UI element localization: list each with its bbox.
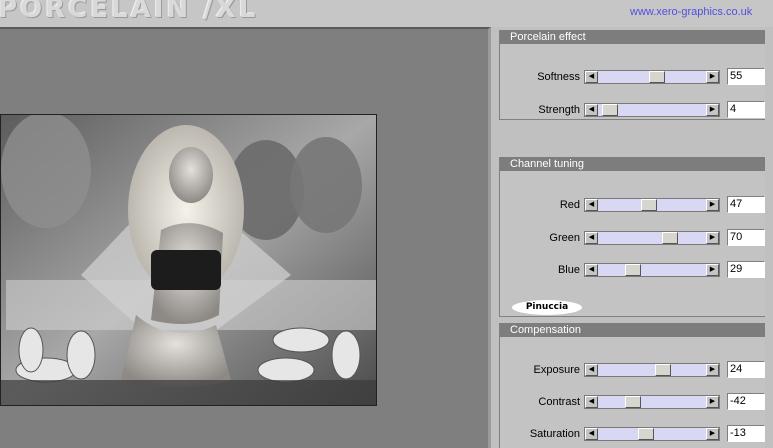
arrow-right-icon[interactable]: ▶ — [706, 71, 719, 83]
blue-value-field[interactable]: 29 — [727, 261, 765, 278]
preview-artwork — [1, 115, 376, 405]
compensation-group: Compensation Exposure ◀ ▶ 24 Contrast ◀ … — [499, 323, 765, 448]
blue-row: Blue ◀ ▶ 29 — [500, 261, 766, 279]
arrow-left-icon[interactable]: ◀ — [585, 71, 598, 83]
arrow-left-icon[interactable]: ◀ — [585, 199, 598, 211]
porcelain-effect-group: Porcelain effect Softness ◀ ▶ 55 Strengt… — [499, 30, 765, 120]
arrow-right-icon[interactable]: ▶ — [706, 364, 719, 376]
group-title: Porcelain effect — [500, 30, 765, 44]
slider-thumb[interactable] — [624, 396, 641, 408]
slider-label: Softness — [537, 71, 580, 83]
slider-label: Strength — [538, 104, 580, 116]
slider-thumb[interactable] — [638, 428, 655, 440]
softness-row: Softness ◀ ▶ 55 — [500, 68, 766, 86]
slider-label: Saturation — [529, 428, 580, 440]
group-title: Channel tuning — [500, 157, 765, 171]
exposure-value-field[interactable]: 24 — [727, 361, 765, 378]
arrow-right-icon[interactable]: ▶ — [706, 232, 719, 244]
slider-thumb[interactable] — [624, 264, 641, 276]
strength-value-field[interactable]: 4 — [727, 101, 765, 118]
slider-label: Contrast — [538, 396, 580, 408]
slider-thumb[interactable] — [655, 364, 672, 376]
slider-label: Exposure — [533, 364, 580, 376]
softness-value-field[interactable]: 55 — [727, 68, 765, 85]
strength-row: Strength ◀ ▶ 4 — [500, 101, 766, 119]
red-row: Red ◀ ▶ 47 — [500, 196, 766, 214]
slider-thumb[interactable] — [601, 104, 618, 116]
slider-thumb[interactable] — [662, 232, 679, 244]
slider-thumb[interactable] — [641, 199, 658, 211]
arrow-left-icon[interactable]: ◀ — [585, 428, 598, 440]
preview-image — [0, 114, 377, 406]
website-link[interactable]: www.xero-graphics.co.uk — [630, 6, 752, 18]
arrow-left-icon[interactable]: ◀ — [585, 104, 598, 116]
saturation-row: Saturation ◀ ▶ -13 — [500, 425, 766, 443]
contrast-row: Contrast ◀ ▶ -42 — [500, 393, 766, 411]
contrast-value-field[interactable]: -42 — [727, 393, 765, 410]
arrow-left-icon[interactable]: ◀ — [585, 364, 598, 376]
green-slider[interactable]: ◀ ▶ — [584, 231, 720, 245]
blue-slider[interactable]: ◀ ▶ — [584, 263, 720, 277]
arrow-right-icon[interactable]: ▶ — [706, 428, 719, 440]
saturation-value-field[interactable]: -13 — [727, 425, 765, 442]
arrow-right-icon[interactable]: ▶ — [706, 104, 719, 116]
green-value-field[interactable]: 70 — [727, 229, 765, 246]
slider-thumb[interactable] — [648, 71, 665, 83]
red-slider[interactable]: ◀ ▶ — [584, 198, 720, 212]
header-bar: PORCELAIN /XL www.xero-graphics.co.uk — [0, 0, 773, 27]
slider-label: Red — [559, 199, 580, 211]
strength-slider[interactable]: ◀ ▶ — [584, 103, 720, 117]
group-title: Compensation — [500, 323, 765, 337]
exposure-row: Exposure ◀ ▶ 24 — [500, 361, 766, 379]
arrow-right-icon[interactable]: ▶ — [706, 396, 719, 408]
saturation-slider[interactable]: ◀ ▶ — [584, 427, 720, 441]
softness-slider[interactable]: ◀ ▶ — [584, 70, 720, 84]
arrow-left-icon[interactable]: ◀ — [585, 264, 598, 276]
slider-label: Blue — [557, 264, 580, 276]
settings-panel: Porcelain effect Softness ◀ ▶ 55 Strengt… — [491, 27, 773, 448]
arrow-left-icon[interactable]: ◀ — [585, 396, 598, 408]
watermark-signature: Pinuccia — [512, 300, 582, 315]
app-logo: PORCELAIN /XL — [0, 0, 259, 24]
arrow-right-icon[interactable]: ▶ — [706, 264, 719, 276]
channel-tuning-group: Channel tuning Red ◀ ▶ 47 Green ◀ ▶ 70 B… — [499, 157, 765, 317]
contrast-slider[interactable]: ◀ ▶ — [584, 395, 720, 409]
red-value-field[interactable]: 47 — [727, 196, 765, 213]
preview-pane — [0, 27, 491, 448]
exposure-slider[interactable]: ◀ ▶ — [584, 363, 720, 377]
arrow-right-icon[interactable]: ▶ — [706, 199, 719, 211]
slider-label: Green — [549, 232, 580, 244]
arrow-left-icon[interactable]: ◀ — [585, 232, 598, 244]
green-row: Green ◀ ▶ 70 — [500, 229, 766, 247]
